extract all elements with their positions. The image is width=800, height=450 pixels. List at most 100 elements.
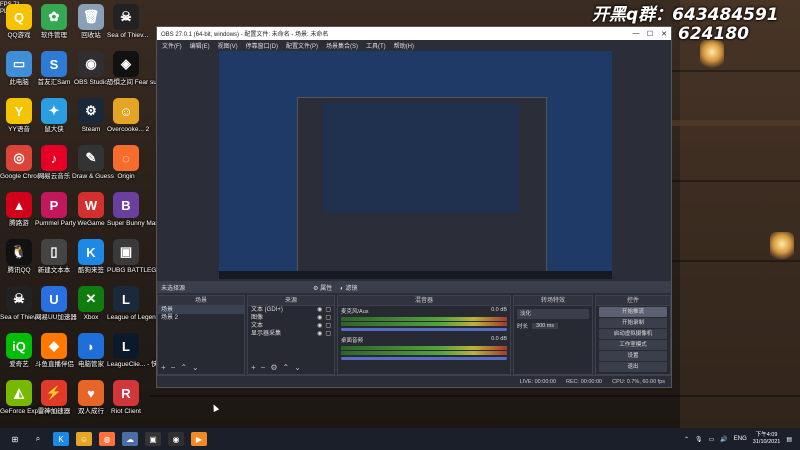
menu-item[interactable]: 文件(F) bbox=[162, 41, 182, 50]
desktop-shortcut[interactable]: ☺ Overcooke... 2 bbox=[107, 98, 149, 134]
menu-item[interactable]: 编辑(E) bbox=[190, 41, 210, 50]
control-button[interactable]: 退出 bbox=[599, 362, 667, 372]
desktop-shortcut[interactable]: ♥ 双人成行 bbox=[72, 380, 110, 416]
lock-icon[interactable]: ▢ bbox=[325, 306, 331, 314]
minimize-icon[interactable]: — bbox=[629, 30, 643, 38]
control-button[interactable]: 设置 bbox=[599, 351, 667, 361]
menu-item[interactable]: 停靠窗口(D) bbox=[246, 41, 278, 50]
volume-slider[interactable] bbox=[341, 328, 507, 331]
menu-item[interactable]: 场景集合(S) bbox=[326, 41, 358, 50]
control-button[interactable]: 开始录制 bbox=[599, 318, 667, 328]
chevron-up-icon[interactable]: ⌃ bbox=[684, 436, 689, 443]
filters-button[interactable]: ◐ 滤镜 bbox=[340, 283, 357, 292]
kugou-taskbar-icon[interactable]: K bbox=[53, 432, 69, 446]
remove-source-icon[interactable]: − bbox=[261, 363, 266, 372]
duration-input[interactable]: 300 ms bbox=[532, 323, 559, 329]
lock-icon[interactable]: ▢ bbox=[325, 322, 331, 330]
cloud-taskbar-icon[interactable]: ☁ bbox=[122, 432, 138, 446]
search-icon[interactable]: ⌕ bbox=[30, 432, 46, 446]
obs-taskbar-icon[interactable]: ◉ bbox=[168, 432, 184, 446]
add-scene-icon[interactable]: + bbox=[161, 363, 166, 372]
close-icon[interactable]: ✕ bbox=[657, 30, 671, 38]
overcooked-taskbar-icon[interactable]: ☺ bbox=[76, 432, 92, 446]
menu-item[interactable]: 帮助(H) bbox=[394, 41, 414, 50]
source-settings-icon[interactable]: ⚙ bbox=[270, 363, 277, 372]
desktop-shortcut[interactable]: ✎ Draw & Guess bbox=[72, 145, 114, 181]
desktop-shortcut[interactable]: ◌ Origin bbox=[107, 145, 145, 181]
desktop-shortcut[interactable]: K 酷狗来签 bbox=[72, 239, 110, 275]
menu-item[interactable]: 工具(T) bbox=[366, 41, 386, 50]
desktop-shortcut[interactable]: 🗑 回收站 bbox=[72, 4, 110, 40]
maximize-icon[interactable]: ☐ bbox=[643, 30, 657, 38]
source-item[interactable]: 显示器采集 ◉ ▢ bbox=[248, 330, 334, 338]
visibility-eye-icon[interactable]: ◉ bbox=[317, 306, 322, 314]
desktop-shortcut[interactable]: ☠ Sea of Thieves bbox=[0, 286, 43, 322]
move-down-icon[interactable]: ⌄ bbox=[192, 363, 199, 372]
desktop-shortcut[interactable]: ⚡ 雷神加速器 bbox=[35, 380, 73, 416]
game-taskbar-icon[interactable]: ▣ bbox=[145, 432, 161, 446]
obs-title-bar[interactable]: OBS 27.0.1 (64-bit, windows) - 配置文件: 未命名… bbox=[157, 27, 671, 40]
desktop-shortcut[interactable]: Q QQ游戏 bbox=[0, 4, 38, 40]
desktop-shortcut[interactable]: L LeagueClie... - 快捷方式 bbox=[107, 333, 177, 369]
desktop-shortcut[interactable]: ◈ 恐惧之间 Fear surr... bbox=[107, 51, 166, 87]
control-button[interactable]: 开始推流 bbox=[599, 307, 667, 317]
desktop-shortcut[interactable]: U 网易UU加速器 bbox=[35, 286, 77, 322]
desktop-shortcut[interactable]: ▯ 新建文本本 bbox=[35, 239, 73, 275]
scene-item[interactable]: 场景 bbox=[158, 306, 244, 314]
lock-icon[interactable]: ▢ bbox=[325, 330, 331, 338]
scene-item[interactable]: 场景 2 bbox=[158, 314, 244, 322]
volume-slider[interactable] bbox=[341, 357, 507, 360]
visibility-eye-icon[interactable]: ◉ bbox=[317, 314, 322, 322]
move-up-icon[interactable]: ⌃ bbox=[180, 363, 187, 372]
control-button[interactable]: 工作室模式 bbox=[599, 340, 667, 350]
desktop-shortcut[interactable]: ▲ 腾路游 bbox=[0, 192, 38, 228]
obs-window[interactable]: OBS 27.0.1 (64-bit, windows) - 配置文件: 未命名… bbox=[156, 26, 672, 388]
desktop-shortcut[interactable]: ♪ 网易云音乐 bbox=[35, 145, 73, 181]
network-icon[interactable]: ▭ bbox=[709, 436, 715, 443]
clock[interactable]: 下午4:09 31/10/2021 bbox=[753, 432, 781, 446]
desktop-shortcut[interactable]: ✿ 软件管理 bbox=[35, 4, 73, 40]
desktop-shortcut[interactable]: W WeGame bbox=[72, 192, 110, 228]
desktop-shortcut[interactable]: S 首友汇Sam bbox=[35, 51, 73, 87]
remove-scene-icon[interactable]: − bbox=[171, 363, 176, 372]
desktop-shortcut[interactable]: ▣ PUBG BATTLEGR... bbox=[107, 239, 166, 275]
notification-icon[interactable]: ▤ bbox=[786, 436, 792, 443]
add-source-icon[interactable]: + bbox=[251, 363, 256, 372]
source-item[interactable]: 文本 ◉ ▢ bbox=[248, 322, 334, 330]
visibility-eye-icon[interactable]: ◉ bbox=[317, 322, 322, 330]
move-up-icon[interactable]: ⌃ bbox=[283, 363, 290, 372]
transition-type-select[interactable]: 淡化 bbox=[517, 309, 589, 319]
desktop-shortcut[interactable]: R Riot Client bbox=[107, 380, 145, 416]
obs-preview-canvas[interactable] bbox=[219, 51, 612, 279]
microphone-icon[interactable]: 🎙 bbox=[695, 436, 703, 443]
lock-icon[interactable]: ▢ bbox=[325, 314, 331, 322]
orange-app-taskbar-icon[interactable]: ▶ bbox=[191, 432, 207, 446]
desktop-shortcut[interactable]: ◆ 斗鱼直播伴侣 bbox=[35, 333, 74, 369]
volume-icon[interactable]: 🔊 bbox=[720, 436, 727, 443]
desktop-shortcut[interactable]: ◎ Google Chrome bbox=[0, 145, 46, 181]
source-item[interactable]: 文本 (GDI+) ◉ ▢ bbox=[248, 306, 334, 314]
menu-item[interactable]: 视图(V) bbox=[218, 41, 238, 50]
properties-button[interactable]: ⚙ 属性 bbox=[313, 283, 332, 292]
windows-start-icon[interactable]: ⊞ bbox=[7, 432, 23, 446]
source-item[interactable]: 图像 ◉ ▢ bbox=[248, 314, 334, 322]
desktop-shortcut[interactable]: iQ 爱奇艺 bbox=[0, 333, 38, 369]
desktop-shortcut[interactable]: 🐧 腾讯QQ bbox=[0, 239, 38, 275]
desktop-shortcut[interactable]: P Pummel Party bbox=[35, 192, 76, 228]
desktop-shortcut[interactable]: ✕ Xbox bbox=[72, 286, 110, 322]
desktop-shortcut[interactable]: Y YY语音 bbox=[0, 98, 38, 134]
firefox-taskbar-icon[interactable]: ◍ bbox=[99, 432, 115, 446]
control-button[interactable]: 启动虚拟摄像机 bbox=[599, 329, 667, 339]
move-down-icon[interactable]: ⌄ bbox=[294, 363, 301, 372]
desktop-shortcut[interactable]: ☠ Sea of Thiev... bbox=[107, 4, 148, 40]
desktop-shortcut[interactable]: ✦ 鼠大侠 bbox=[35, 98, 73, 134]
input-method-indicator[interactable]: ENG bbox=[734, 436, 747, 442]
desktop-shortcut[interactable]: B Super Bunny Man bbox=[107, 192, 159, 228]
desktop-shortcut[interactable]: L League of Legends... bbox=[107, 286, 168, 322]
visibility-eye-icon[interactable]: ◉ bbox=[317, 330, 322, 338]
desktop-shortcut[interactable]: ◭ GeForce Experience bbox=[0, 380, 60, 416]
menu-item[interactable]: 配置文件(P) bbox=[286, 41, 318, 50]
desktop-shortcut[interactable]: ⚙ Steam bbox=[72, 98, 110, 134]
desktop-shortcut[interactable]: ◗ 电脑管家 bbox=[72, 333, 110, 369]
desktop-shortcut[interactable]: ▭ 此电脑 bbox=[0, 51, 38, 87]
